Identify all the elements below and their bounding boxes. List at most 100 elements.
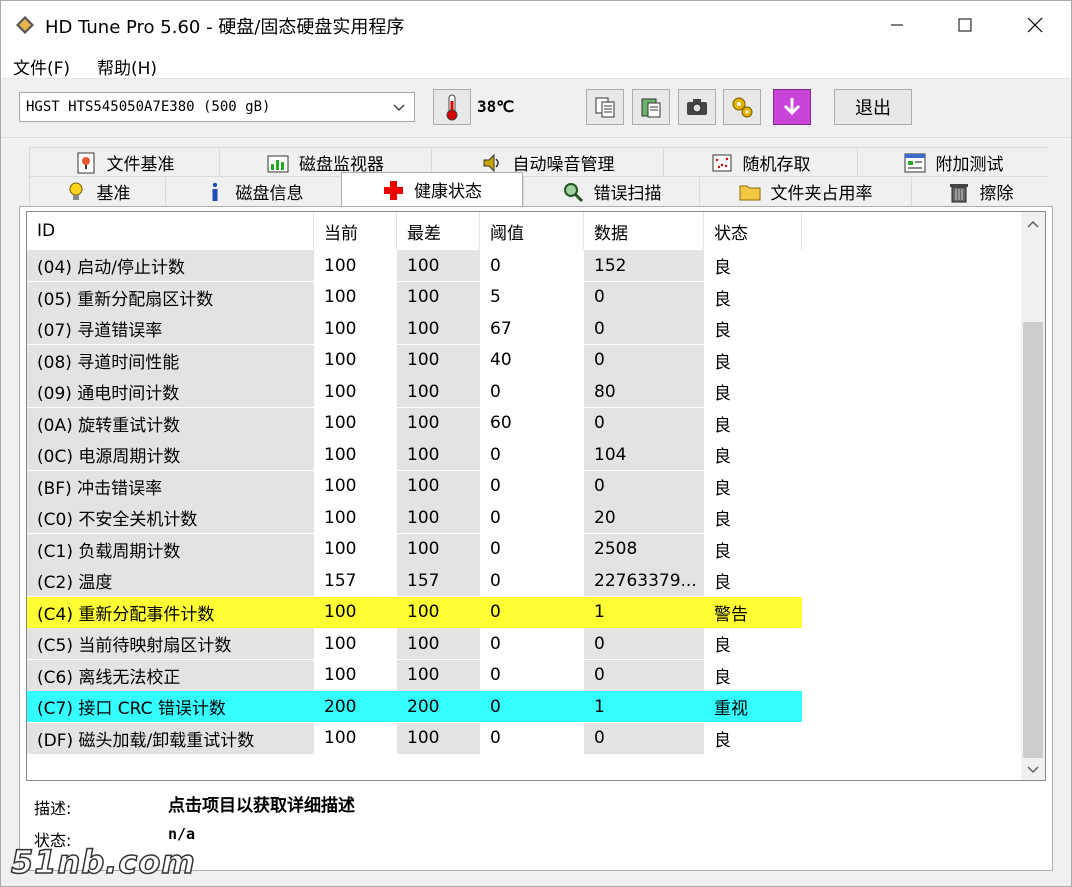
table-row[interactable]: (04) 启动/停止计数 100 100 0 152 良 — [27, 250, 802, 281]
table-row[interactable]: (C2) 温度 157 157 0 22763379... 良 — [27, 565, 802, 596]
cell-worst: 200 — [397, 691, 480, 722]
cell-status: 良 — [714, 667, 731, 688]
cell-threshold: 0 — [490, 633, 501, 654]
tab-random-access[interactable]: 随机存取 — [663, 147, 857, 177]
table-row[interactable]: (C1) 负载周期计数 100 100 0 2508 良 — [27, 533, 802, 565]
cell-current: 100 — [324, 413, 357, 433]
cell-current: 100 — [324, 507, 357, 528]
description-label: 描述: — [34, 799, 72, 818]
copy-all-button[interactable] — [632, 89, 670, 125]
temperature-button[interactable] — [433, 89, 471, 125]
tab-label: 自动噪音管理 — [512, 155, 615, 175]
col-header-id[interactable]: ID — [27, 212, 314, 250]
app-logo-icon — [16, 16, 34, 34]
tab-magnifier[interactable]: 错误扫描 — [523, 176, 699, 206]
col-header-threshold[interactable]: 阈值 — [480, 212, 584, 250]
cell-worst: 100 — [397, 281, 480, 313]
table-row[interactable]: (BF) 冲击错误率 100 100 0 0 良 — [27, 470, 802, 502]
cell-data: 20 — [584, 502, 704, 533]
cell-status: 良 — [714, 541, 731, 562]
vertical-scrollbar[interactable] — [1021, 212, 1045, 780]
tab-row-lower: 基准 磁盘信息 健康状态 错误扫描 文件夹占用率 擦除 — [29, 172, 1049, 206]
cell-worst: 100 — [397, 659, 480, 691]
cell-status: 良 — [714, 258, 731, 278]
copy-icon — [595, 97, 615, 118]
drive-select[interactable]: HGST HTS545050A7E380 (500 gB) — [19, 92, 415, 122]
tab-label: 健康状态 — [414, 182, 482, 202]
minimize-button[interactable] — [863, 1, 931, 49]
cell-worst: 100 — [397, 596, 480, 628]
cell-data: 22763379... — [584, 565, 704, 596]
maximize-button[interactable] — [931, 1, 999, 49]
col-header-worst[interactable]: 最差 — [397, 212, 480, 250]
cell-status: 良 — [714, 415, 731, 436]
cell-status: 良 — [714, 730, 731, 751]
table-row[interactable]: (0C) 电源周期计数 100 100 0 104 良 — [27, 439, 802, 470]
table-row[interactable]: (C5) 当前待映射扇区计数 100 100 0 0 良 — [27, 628, 802, 659]
cell-status: 良 — [714, 289, 731, 310]
menu-file[interactable]: 文件(F) — [13, 54, 70, 79]
scroll-up-icon[interactable] — [1025, 218, 1041, 230]
scroll-down-icon[interactable] — [1025, 764, 1041, 776]
folder-icon — [739, 185, 760, 200]
cell-status: 良 — [714, 510, 731, 530]
col-header-status[interactable]: 状态 — [704, 212, 802, 250]
table-row[interactable]: (09) 通电时间计数 100 100 0 80 良 — [27, 376, 802, 407]
table-row[interactable]: (07) 寻道错误率 100 100 67 0 良 — [27, 313, 802, 344]
cell-data: 0 — [584, 344, 704, 376]
cell-data: 152 — [584, 250, 704, 281]
table-row[interactable]: (0A) 旋转重试计数 100 100 60 0 良 — [27, 407, 802, 439]
random-access-icon — [712, 154, 731, 171]
cell-worst: 100 — [397, 470, 480, 502]
tab-label: 磁盘信息 — [235, 184, 304, 204]
screenshot-button[interactable] — [678, 89, 716, 125]
tab-lightbulb[interactable]: 基准 — [29, 176, 165, 206]
tab-folder[interactable]: 文件夹占用率 — [699, 176, 911, 206]
scrollbar-thumb[interactable] — [1023, 322, 1043, 758]
tab-label: 随机存取 — [742, 155, 811, 175]
cell-current: 100 — [324, 728, 357, 748]
cell-id: (C4) 重新分配事件计数 — [27, 596, 314, 628]
cell-id: (C5) 当前待映射扇区计数 — [27, 628, 314, 659]
close-button[interactable] — [1001, 1, 1069, 49]
cell-current: 100 — [324, 287, 357, 307]
col-header-current[interactable]: 当前 — [314, 212, 397, 250]
options-button[interactable] — [723, 89, 761, 125]
save-button[interactable] — [773, 89, 811, 125]
col-header-data[interactable]: 数据 — [584, 212, 704, 250]
cell-worst: 100 — [397, 344, 480, 376]
table-row[interactable]: (C0) 不安全关机计数 100 100 0 20 良 — [27, 502, 802, 533]
tab-label: 错误扫描 — [593, 184, 662, 204]
app-window: HD Tune Pro 5.60 - 硬盘/固态硬盘实用程序 文件(F) 帮助(… — [0, 0, 1072, 887]
cell-worst: 100 — [397, 502, 480, 533]
cell-data: 0 — [584, 659, 704, 691]
table-row[interactable]: (C6) 离线无法校正 100 100 0 0 良 — [27, 659, 802, 691]
tab-health-cross[interactable]: 健康状态 — [341, 172, 523, 206]
table-row[interactable]: (C4) 重新分配事件计数 100 100 0 1 警告 — [27, 596, 802, 628]
thermometer-icon — [446, 94, 458, 121]
cell-data: 80 — [584, 376, 704, 407]
cell-worst: 100 — [397, 628, 480, 659]
gear-icon — [732, 97, 753, 118]
table-row[interactable]: (05) 重新分配扇区计数 100 100 5 0 良 — [27, 281, 802, 313]
copy-button[interactable] — [586, 89, 624, 125]
cell-data: 0 — [584, 313, 704, 344]
smart-table[interactable]: ID 当前 最差 阈值 数据 状态 (04) 启动/停止计数 100 100 0 152… — [26, 211, 1046, 781]
cell-status: 良 — [714, 636, 731, 656]
tab-extra-tests[interactable]: 附加测试 — [857, 147, 1049, 177]
cell-worst: 100 — [397, 439, 480, 470]
exit-button[interactable]: 退出 — [834, 89, 912, 125]
cell-threshold: 0 — [490, 476, 501, 496]
table-row[interactable]: (C7) 接口 CRC 错误计数 200 200 0 1 重视 — [27, 691, 802, 722]
tab-file-benchmark[interactable]: 文件基准 — [29, 147, 219, 177]
cell-worst: 100 — [397, 313, 480, 344]
menu-help[interactable]: 帮助(H) — [97, 54, 157, 79]
tab-info[interactable]: 磁盘信息 — [165, 176, 341, 206]
cell-current: 100 — [314, 596, 397, 628]
table-row[interactable]: (08) 寻道时间性能 100 100 40 0 良 — [27, 344, 802, 376]
table-row[interactable]: (DF) 磁头加载/卸载重试计数 100 100 0 0 良 — [27, 722, 802, 754]
tab-trash[interactable]: 擦除 — [911, 176, 1049, 206]
cell-current: 100 — [324, 539, 357, 559]
disk-monitor-icon — [267, 155, 289, 172]
cell-id: (C2) 温度 — [27, 565, 314, 596]
